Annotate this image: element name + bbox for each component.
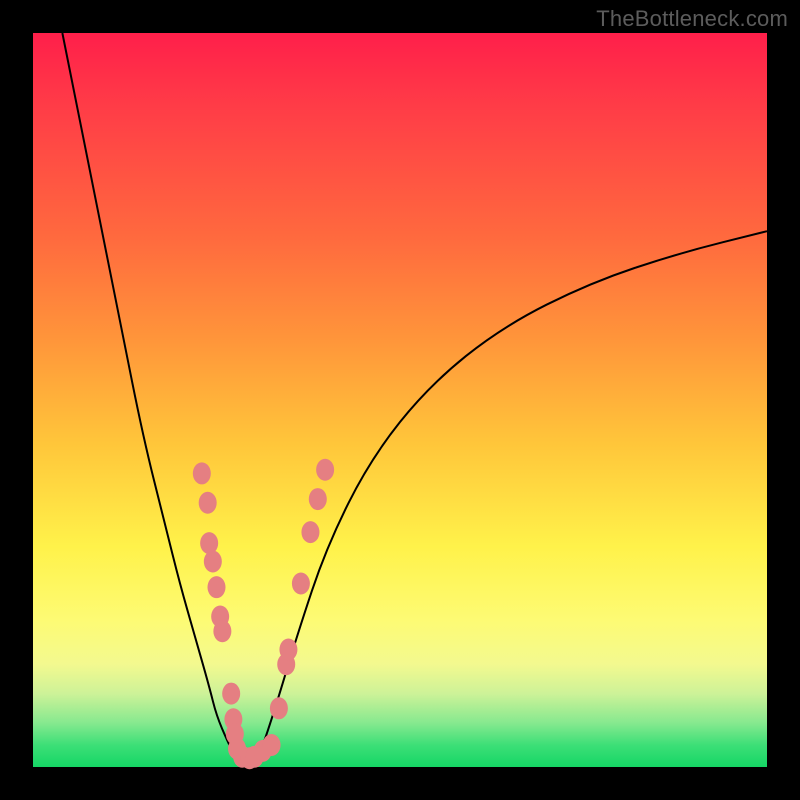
data-marker xyxy=(200,532,218,554)
data-marker xyxy=(270,697,288,719)
data-marker xyxy=(292,573,310,595)
data-marker xyxy=(309,488,327,510)
left-curve xyxy=(62,33,242,767)
chart-svg xyxy=(33,33,767,767)
data-marker xyxy=(193,462,211,484)
plot-area xyxy=(33,33,767,767)
data-marker xyxy=(222,683,240,705)
data-marker xyxy=(301,521,319,543)
data-marker xyxy=(208,576,226,598)
markers-group xyxy=(193,459,334,769)
data-marker xyxy=(263,734,281,756)
curve-group xyxy=(62,33,767,767)
data-marker xyxy=(204,550,222,572)
right-curve xyxy=(253,231,767,767)
chart-frame: TheBottleneck.com xyxy=(0,0,800,800)
data-marker xyxy=(199,492,217,514)
watermark-text: TheBottleneck.com xyxy=(596,6,788,32)
data-marker xyxy=(316,459,334,481)
data-marker xyxy=(279,639,297,661)
data-marker xyxy=(213,620,231,642)
